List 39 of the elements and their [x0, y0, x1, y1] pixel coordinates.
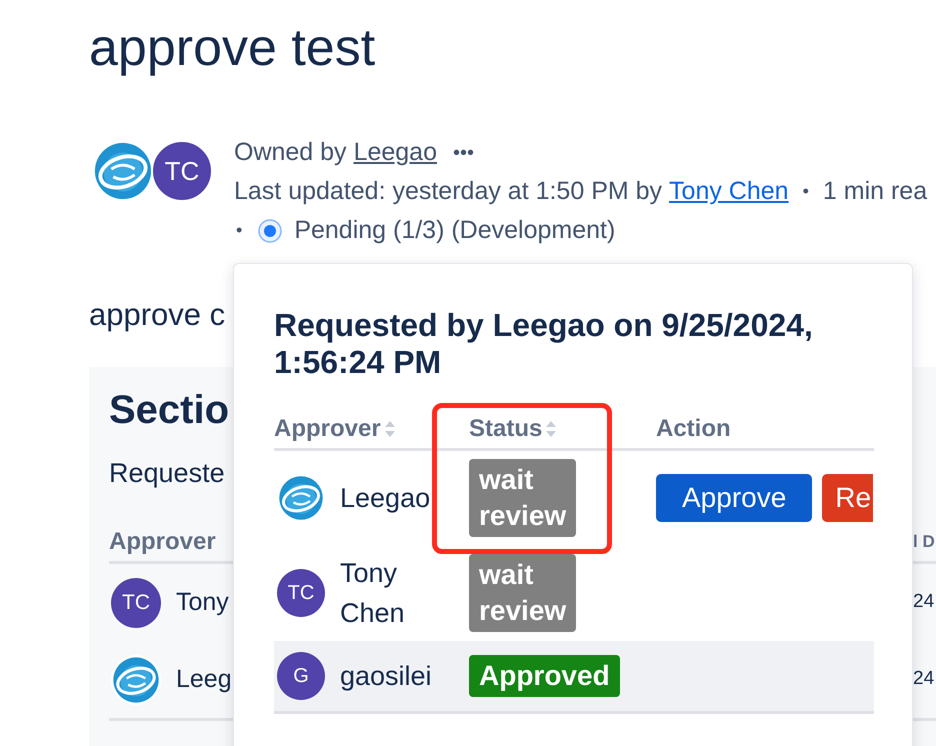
status-badge: wait review [469, 459, 576, 537]
approver-name: Leeg [176, 664, 232, 695]
separator-dot: • [802, 180, 809, 203]
approval-status-button[interactable]: Pending (1/3) (Development) [258, 211, 616, 250]
approver-name: Tony [176, 586, 229, 618]
user-avatar: G [277, 652, 325, 700]
table-cell-text: 24 [913, 667, 936, 692]
author-link[interactable]: Tony Chen [669, 172, 789, 211]
user-avatar: TC [277, 569, 325, 617]
separator-dot: • [236, 219, 242, 242]
status-badge: Approved [469, 655, 620, 697]
more-options-button[interactable]: ••• [453, 138, 474, 168]
radio-icon [258, 218, 282, 242]
approver-name: Tony Chen [340, 557, 406, 630]
read-time-text: 1 min rea [822, 176, 928, 207]
column-header: Action [656, 414, 731, 444]
reject-button[interactable]: Re [822, 474, 874, 522]
status-badge: wait review [469, 554, 576, 632]
popover-title: Requested by Leegao on 9/25/2024, 1:56:24 PM [274, 307, 814, 381]
owned-by-label: Owned by [234, 137, 347, 168]
column-header: l D [913, 530, 936, 553]
user-avatar: TC [151, 140, 213, 202]
approver-name: Leegao [340, 482, 430, 515]
last-updated-text: Last updated: yesterday at 1:50 PM by [234, 176, 662, 207]
column-header[interactable]: Status [469, 410, 556, 446]
logo-avatar-icon [277, 474, 325, 522]
owner-link[interactable]: Leegao [354, 133, 437, 172]
section-subtitle: Requeste [109, 457, 225, 489]
logo-avatar-icon [111, 654, 161, 704]
page-title: approve test [89, 18, 376, 79]
column-header[interactable]: Approver [274, 410, 395, 446]
approver-name: gaosilei [340, 660, 432, 693]
user-avatar: TC [111, 578, 161, 628]
section-heading: Sectio [109, 387, 230, 433]
column-header: Approver [109, 526, 216, 556]
logo-avatar-icon [92, 140, 154, 202]
body-text: approve c [89, 296, 226, 334]
approve-button[interactable]: Approve [656, 474, 812, 522]
table-cell-text: 24 [913, 590, 936, 614]
